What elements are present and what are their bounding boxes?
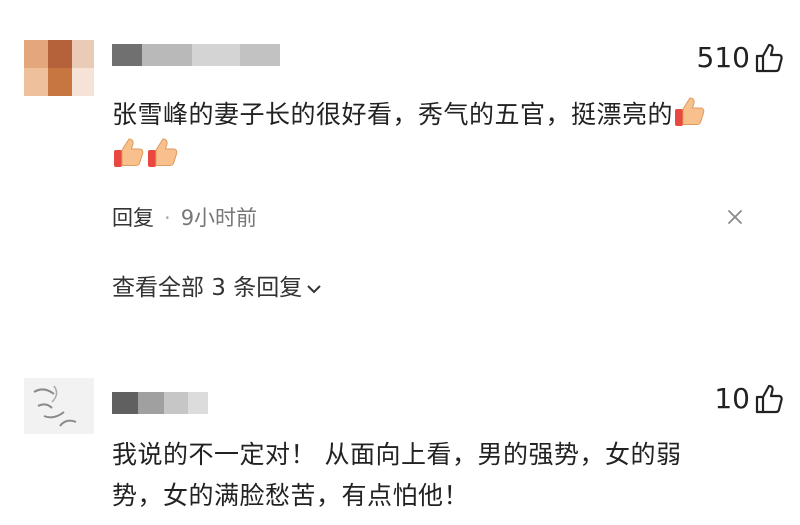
timestamp: 9小时前 xyxy=(180,206,258,230)
separator-dot: · xyxy=(164,206,171,230)
thumbs-up-icon[interactable] xyxy=(754,383,784,415)
view-all-replies-label: 查看全部 3 条回复 xyxy=(112,275,303,301)
thumbs-up-emoji xyxy=(148,138,178,167)
thumbs-up-icon[interactable] xyxy=(754,42,784,74)
reply-button[interactable]: 回复 xyxy=(112,206,154,230)
comment-text: 张雪峰的妻子长的很好看，秀气的五官，挺漂亮的 xyxy=(112,94,752,176)
thumbs-up-emoji xyxy=(675,97,705,126)
avatar[interactable] xyxy=(24,40,94,96)
avatar-sketch xyxy=(33,385,77,427)
like-count: 510 xyxy=(696,41,750,74)
username-blurred[interactable] xyxy=(112,44,280,66)
username-blurred[interactable] xyxy=(112,392,208,414)
comment-text-line: 张雪峰的妻子长的很好看，秀气的五官，挺漂亮的 xyxy=(112,100,674,129)
thumbs-up-emoji xyxy=(114,138,144,167)
chevron-down-icon xyxy=(307,284,321,293)
avatar[interactable] xyxy=(24,378,94,434)
view-all-replies-link[interactable]: 查看全部 3 条回复 xyxy=(112,268,322,302)
comment-text-line: 我说的不一定对！ 从面向上看，男的强势，女的弱 xyxy=(112,440,682,469)
comment-meta: 回复 · 9小时前 xyxy=(112,202,257,232)
close-icon[interactable] xyxy=(726,208,744,226)
like-count: 10 xyxy=(714,382,750,415)
comment-text: 我说的不一定对！ 从面向上看，男的强势，女的弱 势，女的满脸愁苦，有点怕他！ xyxy=(112,434,752,516)
comment-text-line: 势，女的满脸愁苦，有点怕他！ xyxy=(112,481,470,510)
